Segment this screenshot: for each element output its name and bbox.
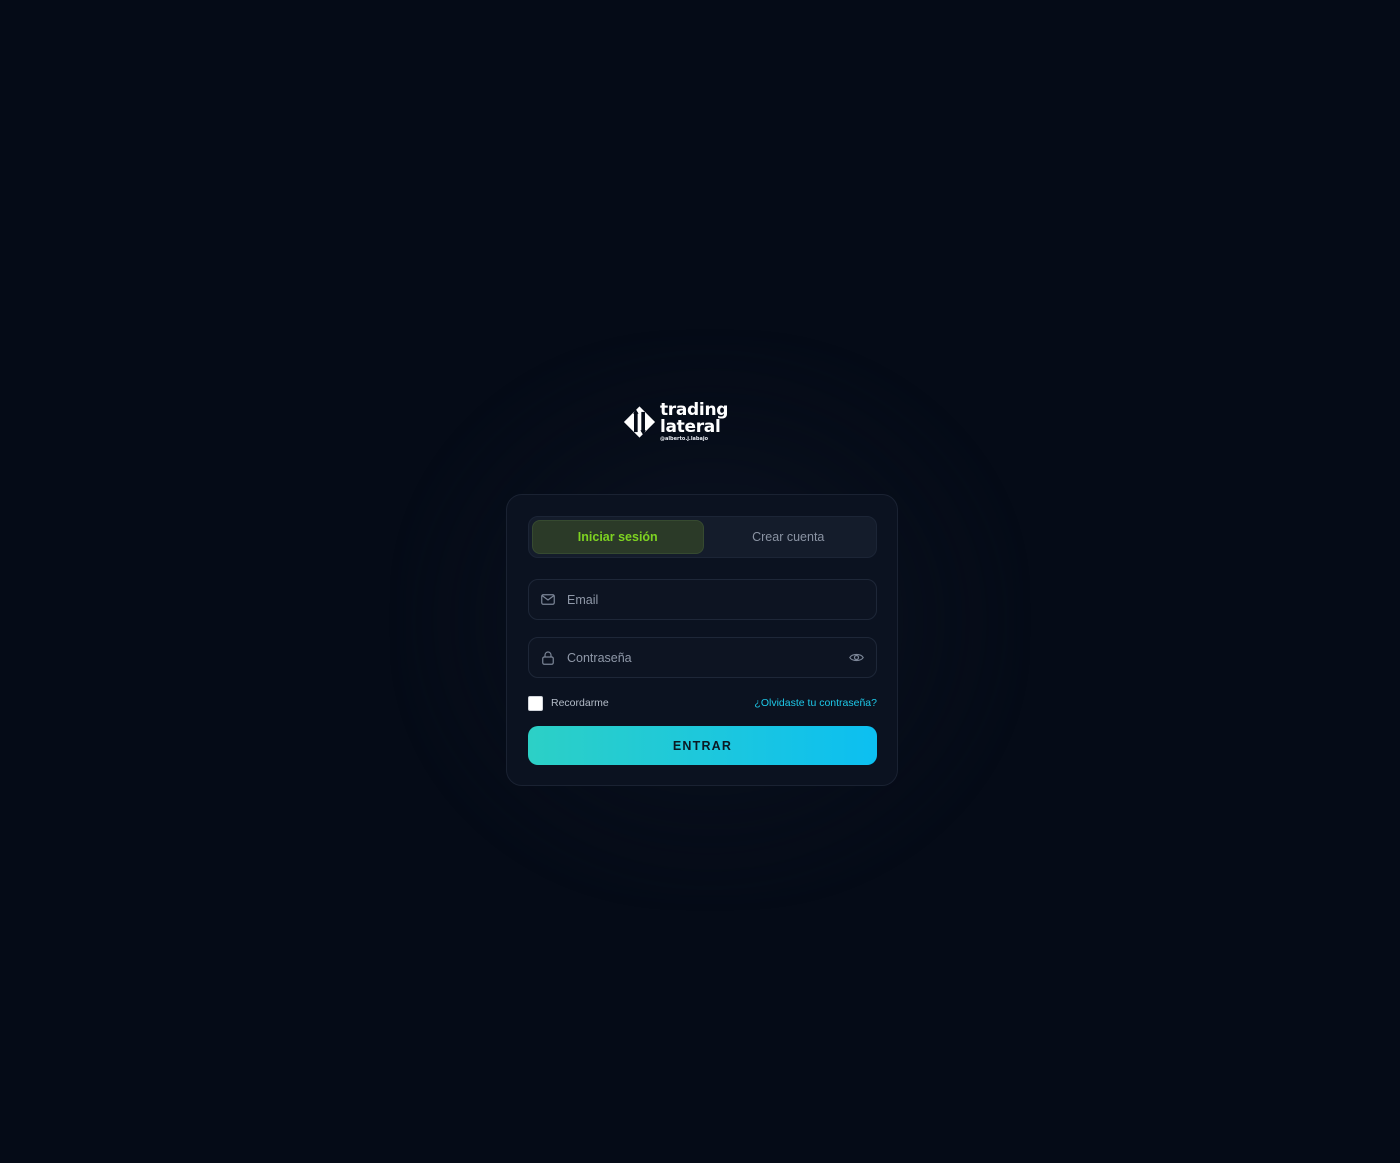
remember-label: Recordarme bbox=[551, 697, 609, 709]
remember-me[interactable]: Recordarme bbox=[528, 695, 609, 711]
password-placeholder: Contraseña bbox=[567, 650, 632, 665]
login-button[interactable]: ENTRAR bbox=[528, 726, 877, 765]
tab-register[interactable]: Crear cuenta bbox=[704, 520, 874, 554]
forgot-password-link[interactable]: ¿Olvidaste tu contraseña? bbox=[754, 697, 877, 709]
logo-icon bbox=[623, 406, 656, 438]
brand-title: trading lateral bbox=[659, 400, 729, 437]
brand-logo: trading lateral @alberto.j.labajo bbox=[623, 402, 783, 442]
lock-icon bbox=[541, 650, 555, 665]
tab-login[interactable]: Iniciar sesión bbox=[532, 520, 704, 554]
login-page: trading lateral @alberto.j.labajo Inicia… bbox=[0, 0, 1400, 1163]
remember-checkbox[interactable] bbox=[528, 695, 543, 711]
eye-icon[interactable] bbox=[848, 651, 864, 665]
login-card: Iniciar sesión Crear cuenta Email Contra… bbox=[506, 494, 898, 786]
mail-icon bbox=[541, 593, 555, 607]
password-field[interactable]: Contraseña bbox=[528, 637, 877, 678]
form-options: Recordarme ¿Olvidaste tu contraseña? bbox=[528, 695, 877, 711]
email-placeholder: Email bbox=[567, 592, 599, 607]
auth-tabs: Iniciar sesión Crear cuenta bbox=[528, 516, 877, 558]
brand-subtitle: @alberto.j.labajo bbox=[659, 436, 709, 442]
email-field[interactable]: Email bbox=[528, 579, 877, 620]
brand-text: trading lateral @alberto.j.labajo bbox=[660, 402, 783, 442]
